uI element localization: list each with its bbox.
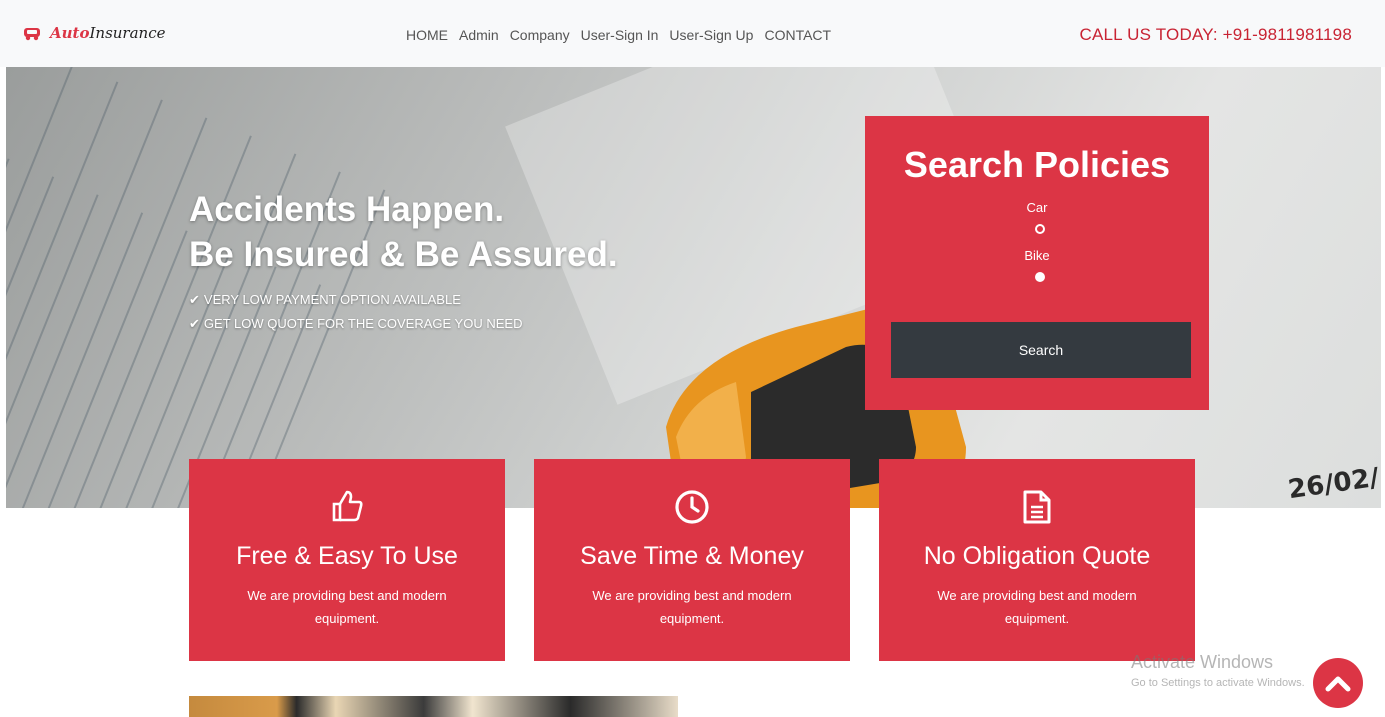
hero-title-line2: Be Insured & Be Assured. <box>189 235 618 274</box>
feature-text: We are providing best and modern equipme… <box>937 588 1137 626</box>
call-us-text: CALL US TODAY: +91-9811981198 <box>1079 25 1352 44</box>
car-logo-icon <box>24 28 40 41</box>
thumbs-up-icon <box>332 490 363 522</box>
bullet-item: ✔ GET LOW QUOTE FOR THE COVERAGE YOU NEE… <box>189 312 522 336</box>
scroll-to-top-button[interactable] <box>1313 658 1363 708</box>
navbar: AutoInsurance HOME Admin Company User-Si… <box>0 0 1385 67</box>
check-icon: ✔ <box>189 292 200 307</box>
bike-radio[interactable] <box>1035 272 1045 282</box>
hero-headline: Accidents Happen. Be Insured & Be Assure… <box>189 187 618 277</box>
feature-title: Free & Easy To Use <box>236 542 458 570</box>
hero-bullets: ✔ VERY LOW PAYMENT OPTION AVAILABLE ✔ GE… <box>189 288 522 336</box>
main-nav: HOME Admin Company User-Sign In User-Sig… <box>406 27 831 43</box>
activate-windows-watermark: Activate Windows Go to Settings to activ… <box>1131 652 1305 689</box>
chevron-up-icon <box>1325 676 1351 692</box>
option-car-label: Car <box>1026 200 1048 215</box>
nav-company[interactable]: Company <box>510 27 570 43</box>
feature-text: We are providing best and modern equipme… <box>247 588 447 626</box>
feature-text: We are providing best and modern equipme… <box>592 588 792 626</box>
check-icon: ✔ <box>189 316 200 331</box>
brand-logo[interactable]: AutoInsurance <box>22 24 165 42</box>
nav-home[interactable]: HOME <box>406 27 448 43</box>
nav-contact[interactable]: CONTACT <box>764 27 831 43</box>
feature-title: Save Time & Money <box>580 542 804 570</box>
logo-text: AutoInsurance <box>50 24 166 42</box>
search-policies-title: Search Policies <box>903 144 1171 185</box>
clock-icon <box>675 490 709 524</box>
feature-card-save-time: Save Time & Money We are providing best … <box>534 459 850 661</box>
section-image <box>189 696 678 717</box>
nav-admin[interactable]: Admin <box>459 27 499 43</box>
search-button[interactable]: Search <box>891 322 1191 378</box>
feature-title: No Obligation Quote <box>923 542 1151 570</box>
document-icon <box>1023 490 1051 524</box>
feature-card-free-easy: Free & Easy To Use We are providing best… <box>189 459 505 661</box>
bullet-item: ✔ VERY LOW PAYMENT OPTION AVAILABLE <box>189 288 522 312</box>
hero-title-line1: Accidents Happen. <box>189 190 505 229</box>
option-bike-label: Bike <box>1024 248 1050 263</box>
photo-date-text: 26/02/ <box>1285 462 1381 506</box>
nav-user-sign-up[interactable]: User-Sign Up <box>669 27 753 43</box>
feature-card-no-obligation: No Obligation Quote We are providing bes… <box>879 459 1195 661</box>
car-radio[interactable] <box>1035 224 1045 234</box>
nav-user-sign-in[interactable]: User-Sign In <box>581 27 659 43</box>
